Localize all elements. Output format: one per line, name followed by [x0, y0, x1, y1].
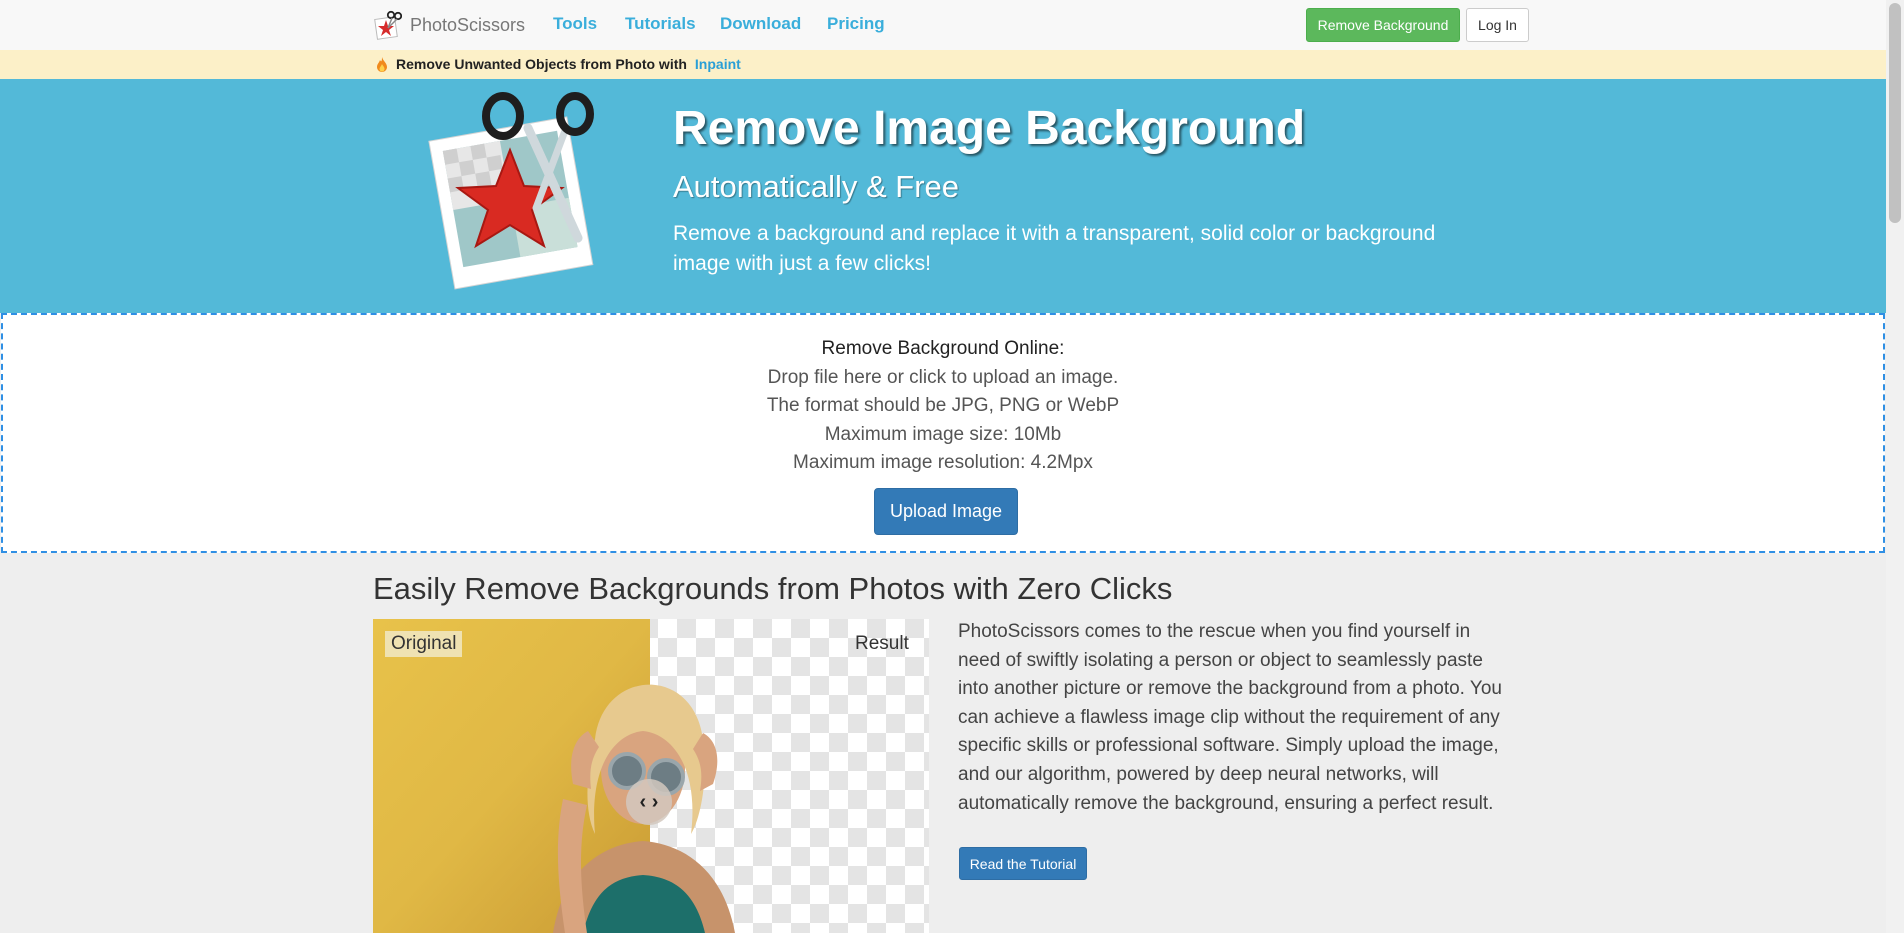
- promo-banner: Remove Unwanted Objects from Photo with …: [0, 50, 1886, 79]
- nav-link-tools[interactable]: Tools: [553, 14, 597, 34]
- brand-logo-link[interactable]: PhotoScissors: [374, 8, 525, 42]
- upload-instruction: Drop file here or click to upload an ima…: [767, 366, 1119, 388]
- upload-size-info: Maximum image size: 10Mb: [824, 423, 1062, 445]
- scrollbar-thumb[interactable]: [1889, 3, 1901, 223]
- promo-text: Remove Unwanted Objects from Photo with: [396, 56, 687, 72]
- top-navbar: PhotoScissors Tools Tutorials Download P…: [0, 0, 1886, 51]
- flame-icon: [377, 56, 387, 72]
- comparison-slider-handle[interactable]: ‹ ›: [626, 779, 672, 825]
- section-title: Easily Remove Backgrounds from Photos wi…: [373, 571, 1173, 606]
- upload-image-button[interactable]: Upload Image: [874, 488, 1018, 535]
- upload-heading: Remove Background Online:: [821, 338, 1065, 359]
- original-label: Original: [385, 631, 463, 657]
- read-tutorial-button[interactable]: Read the Tutorial: [959, 847, 1087, 880]
- upload-dropzone[interactable]: Remove Background Online: Drop file here…: [1, 313, 1885, 553]
- upload-format-info: The format should be JPG, PNG or WebP: [766, 395, 1120, 417]
- scissors-star-logo-icon: [374, 10, 402, 40]
- hero-title: Remove Image Background: [673, 102, 1306, 155]
- comparison-image: [373, 619, 929, 933]
- login-button[interactable]: Log In: [1466, 8, 1529, 42]
- chevron-left-right-icon: ‹ ›: [639, 790, 659, 813]
- brand-name: PhotoScissors: [410, 14, 526, 35]
- photo-scissors-hero-logo-icon: [428, 92, 594, 290]
- hero-description: Remove a background and replace it with …: [673, 222, 1436, 275]
- remove-background-button[interactable]: Remove Background: [1306, 8, 1460, 42]
- nav-link-tutorials[interactable]: Tutorials: [625, 14, 696, 34]
- upload-resolution-info: Maximum image resolution: 4.2Mpx: [793, 452, 1093, 474]
- before-after-comparison[interactable]: Original Result ‹ ›: [373, 619, 929, 933]
- nav-link-download[interactable]: Download: [720, 14, 801, 34]
- hero-section: Remove Image Background Automatically & …: [0, 79, 1886, 313]
- inpaint-link[interactable]: Inpaint: [695, 56, 741, 72]
- page-scrollbar[interactable]: [1886, 0, 1904, 933]
- nav-link-pricing[interactable]: Pricing: [827, 14, 885, 34]
- hero-subtitle: Automatically & Free: [673, 169, 959, 204]
- result-label: Result: [855, 633, 909, 654]
- section-description: PhotoScissors comes to the rescue when y…: [958, 621, 1502, 814]
